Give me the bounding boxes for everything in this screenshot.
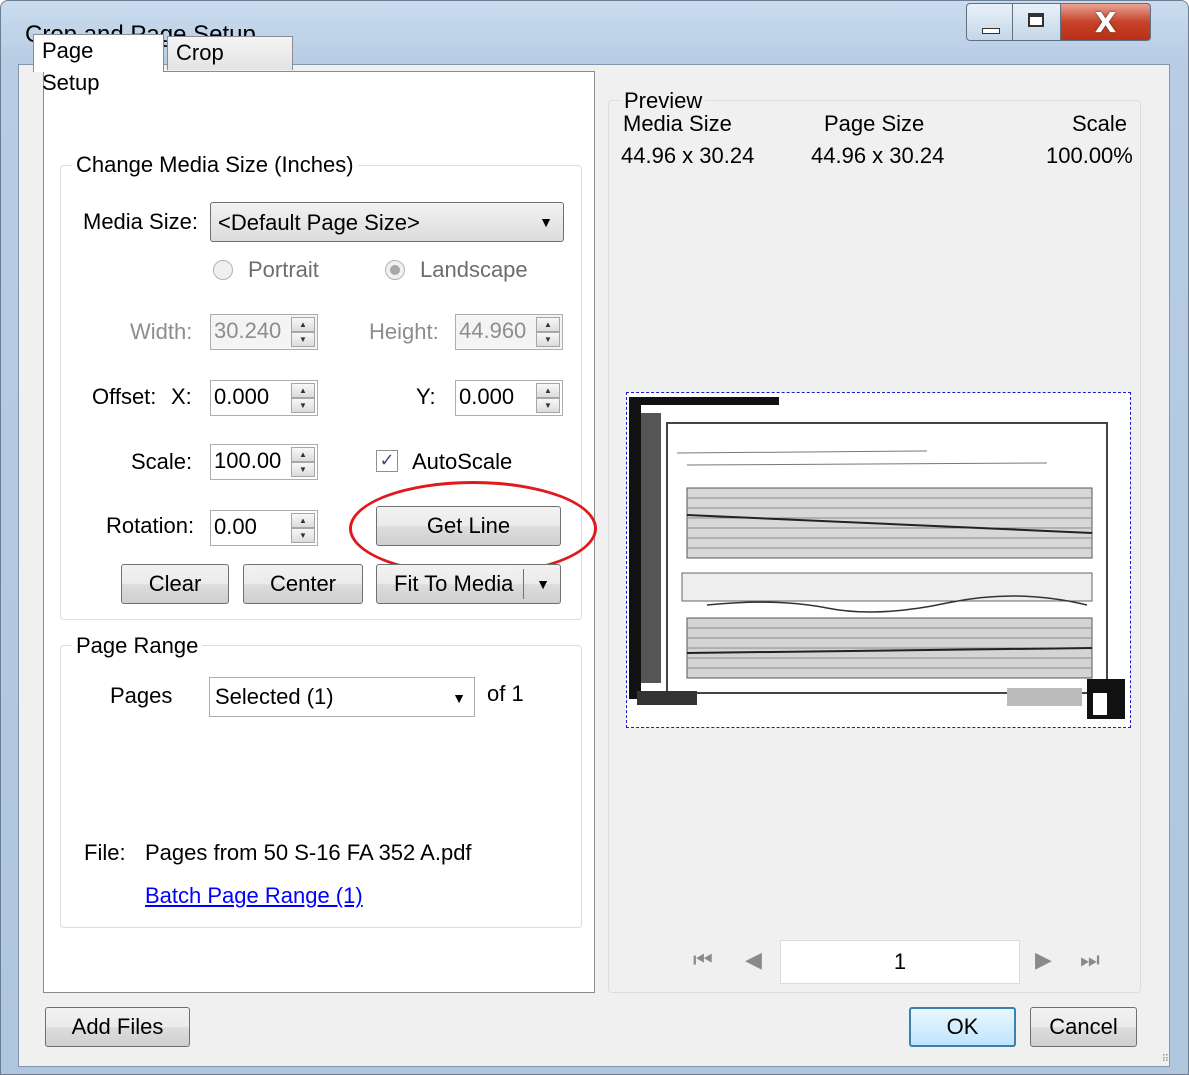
width-spinner[interactable]: 30.240 ▲ ▼ — [210, 314, 318, 350]
page-count-label: of 1 — [487, 681, 524, 706]
media-size-value: <Default Page Size> — [218, 210, 420, 235]
spin-up-icon[interactable]: ▲ — [536, 383, 560, 398]
spin-up-icon[interactable]: ▲ — [536, 317, 560, 332]
height-value: 44.960 — [459, 318, 527, 343]
preview-scale-header: Scale — [1072, 111, 1128, 136]
tab-crop-pages[interactable]: Crop Pages — [167, 36, 293, 97]
media-size-label: Media Size: — [83, 209, 198, 234]
spin-down-icon[interactable]: ▼ — [291, 398, 315, 413]
chevron-down-icon: ▼ — [452, 690, 466, 706]
page-range-group-label: Page Range — [72, 633, 203, 659]
spin-down-icon[interactable]: ▼ — [291, 462, 315, 477]
height-label: Height: — [369, 319, 439, 344]
rotation-spinner[interactable]: 0.00 ▲ ▼ — [210, 510, 318, 546]
center-button[interactable]: Center — [243, 564, 363, 604]
maximize-icon — [1028, 13, 1044, 27]
autoscale-checkbox[interactable]: ✓ — [376, 450, 398, 472]
drawing-sheet-image — [627, 393, 1130, 727]
chevron-down-icon[interactable]: ▼ — [536, 565, 550, 603]
spin-down-icon[interactable]: ▼ — [291, 528, 315, 543]
minimize-icon — [982, 28, 1000, 34]
fit-to-media-label: Fit To Media — [394, 571, 514, 596]
offset-label: Offset: — [92, 384, 157, 409]
preview-scale-value: 100.00% — [1046, 143, 1133, 168]
file-label: File: — [84, 840, 126, 865]
width-value: 30.240 — [214, 318, 282, 343]
spin-up-icon[interactable]: ▲ — [291, 447, 315, 462]
close-icon: X — [1094, 6, 1117, 39]
spin-down-icon[interactable]: ▼ — [536, 332, 560, 347]
spin-up-icon[interactable]: ▲ — [291, 383, 315, 398]
preview-media-size-value: 44.96 x 30.24 — [621, 143, 755, 168]
width-label: Width: — [130, 319, 193, 344]
checkmark-icon: ✓ — [379, 450, 395, 471]
spin-down-icon[interactable]: ▼ — [536, 398, 560, 413]
offset-y-value: 0.000 — [459, 384, 515, 409]
autoscale-label: AutoScale — [412, 449, 513, 474]
scale-spinner[interactable]: 100.00 ▲ ▼ — [210, 444, 318, 480]
scale-label: Scale: — [131, 449, 193, 474]
close-button[interactable]: X — [1061, 3, 1151, 41]
resize-grip-icon[interactable]: ⠿ — [1162, 1054, 1169, 1065]
spin-up-icon[interactable]: ▲ — [291, 513, 315, 528]
offset-y-label: Y: — [416, 384, 436, 409]
pages-value: Selected (1) — [215, 684, 334, 709]
rotation-label: Rotation: — [106, 513, 195, 538]
landscape-label: Landscape — [420, 257, 528, 282]
previous-page-icon[interactable]: ◀ — [745, 948, 762, 973]
spin-down-icon[interactable]: ▼ — [291, 332, 315, 347]
height-spinner[interactable]: 44.960 ▲ ▼ — [455, 314, 563, 350]
spin-up-icon[interactable]: ▲ — [291, 317, 315, 332]
current-page-field[interactable]: 1 — [780, 940, 1020, 984]
portrait-radio[interactable] — [213, 260, 233, 280]
next-page-icon[interactable]: ▶ — [1035, 948, 1052, 973]
page-preview-thumbnail — [626, 392, 1131, 728]
tab-page-setup[interactable]: Page Setup — [33, 34, 164, 95]
cancel-button[interactable]: Cancel — [1030, 1007, 1137, 1047]
last-page-icon[interactable]: ⏭ — [1080, 948, 1100, 973]
portrait-label: Portrait — [248, 257, 319, 282]
clear-button[interactable]: Clear — [121, 564, 229, 604]
batch-page-range-link[interactable]: Batch Page Range (1) — [145, 883, 363, 909]
offset-x-value: 0.000 — [214, 384, 270, 409]
media-size-group-label: Change Media Size (Inches) — [72, 152, 358, 178]
rotation-value: 0.00 — [214, 514, 257, 539]
media-size-dropdown[interactable]: <Default Page Size> ▼ — [210, 202, 564, 242]
offset-x-label: X: — [171, 384, 192, 409]
fit-to-media-split-button[interactable]: Fit To Media ▼ — [376, 564, 561, 604]
preview-page-size-header: Page Size — [824, 111, 925, 136]
offset-y-spinner[interactable]: 0.000 ▲ ▼ — [455, 380, 563, 416]
offset-x-spinner[interactable]: 0.000 ▲ ▼ — [210, 380, 318, 416]
landscape-radio[interactable] — [385, 260, 405, 280]
pages-label: Pages — [110, 683, 173, 708]
ok-button[interactable]: OK — [909, 1007, 1016, 1047]
add-files-button[interactable]: Add Files — [45, 1007, 190, 1047]
file-name: Pages from 50 S-16 FA 352 A.pdf — [145, 840, 472, 865]
annotation-highlight-ellipse — [349, 481, 597, 576]
preview-page-size-value: 44.96 x 30.24 — [811, 143, 945, 168]
first-page-icon[interactable]: ⏮ — [693, 948, 713, 973]
scale-value: 100.00 — [214, 448, 282, 473]
maximize-button[interactable] — [1013, 3, 1061, 41]
chevron-down-icon: ▼ — [539, 214, 553, 230]
minimize-button[interactable] — [966, 3, 1013, 41]
preview-media-size-header: Media Size — [623, 111, 732, 136]
pages-dropdown[interactable]: Selected (1) ▼ — [209, 677, 475, 717]
